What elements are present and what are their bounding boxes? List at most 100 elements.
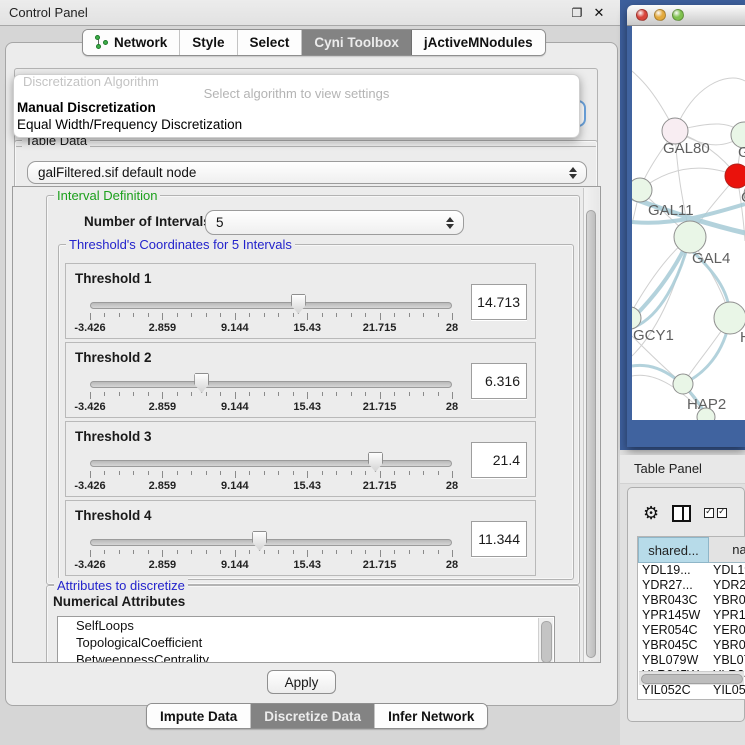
tab-select[interactable]: Select [238, 30, 303, 55]
slider-handle[interactable] [291, 294, 306, 314]
table-cell[interactable]: YBR043C [638, 593, 709, 608]
settings-scrollpane: Interval Definition Number of Intervals … [12, 186, 601, 663]
table-cell[interactable]: YPR145W [638, 608, 709, 623]
close-traffic-light[interactable] [636, 9, 648, 21]
node-label: GAL11 [648, 202, 694, 219]
table-cell[interactable]: YDL19... [709, 563, 745, 578]
table-cell[interactable]: YBR043C [709, 593, 745, 608]
algorithm-dropdown-popup: Discretization Algorithm Select algorith… [13, 74, 580, 138]
tick-label: 21.715 [363, 401, 397, 413]
table-cell[interactable]: YBL079W [709, 653, 745, 668]
tab-infer-network[interactable]: Infer Network [375, 704, 487, 728]
apply-button[interactable]: Apply [267, 670, 336, 694]
table-row[interactable]: YIL052CYIL052C [638, 683, 745, 698]
close-panel-icon[interactable]: ✕ [592, 6, 606, 20]
control-panel-tabs: Network StyleSelectCyni Toolbox jActiveMNo… [82, 29, 546, 56]
slider-handle[interactable] [252, 531, 267, 551]
control-panel: Control Panel ❐ ✕ NetworkStyleSelectCyni… [0, 0, 620, 745]
slider-track[interactable] [90, 539, 452, 546]
table-cell[interactable]: YER054C [709, 623, 745, 638]
slider-track[interactable] [90, 381, 452, 388]
threshold-slider[interactable]: -3.4262.8599.14415.4321.71528 [90, 264, 452, 340]
tab-label: jActiveMNodules [424, 35, 533, 50]
checkbox-icon[interactable] [717, 508, 727, 518]
table-cell[interactable]: YIL052C [709, 683, 745, 698]
tab-cyni-toolbox[interactable]: Cyni Toolbox [302, 30, 412, 55]
network-canvas[interactable]: GAL80GACGAL11GAL4GCY1HHAP2 [632, 26, 745, 420]
float-window-icon[interactable]: ❐ [570, 6, 584, 20]
table-row[interactable]: YDL19...YDL19... [638, 563, 745, 578]
minimize-traffic-light[interactable] [654, 9, 666, 21]
table-cell[interactable]: YBR045C [709, 638, 745, 653]
threshold-slider[interactable]: -3.4262.8599.14415.4321.71528 [90, 422, 452, 498]
threshold-value-field[interactable]: 21.4 [471, 442, 527, 478]
threshold-value-field[interactable]: 14.713 [471, 284, 527, 320]
table-cell[interactable]: YBL079W [638, 653, 709, 668]
node-table[interactable]: shared...name YDL19...YDL19...YDR27...YD… [637, 536, 745, 700]
attribute-list-item[interactable]: TopologicalCoefficient [58, 634, 554, 651]
scrollbar-thumb[interactable] [641, 674, 743, 684]
scrollbar-thumb[interactable] [586, 210, 596, 658]
menu-item-equal-width-frequency[interactable]: Equal Width/Frequency Discretization [17, 117, 242, 132]
table-row[interactable]: YPR145WYPR145W [638, 608, 745, 623]
column-header-2[interactable]: name [709, 537, 745, 563]
network-view-window: GAL80GACGAL11GAL4GCY1HHAP2 [627, 5, 745, 447]
network-node[interactable] [725, 164, 745, 188]
table-cell[interactable]: YIL052C [638, 683, 709, 698]
slider-ticks [90, 550, 452, 559]
attribute-list-item[interactable]: SelfLoops [58, 617, 554, 634]
tab-impute-data[interactable]: Impute Data [147, 704, 251, 728]
tick-label: -3.426 [74, 401, 105, 413]
number-of-intervals-combo[interactable]: 5 [205, 210, 464, 235]
split-columns-icon[interactable] [672, 505, 691, 522]
slider-handle[interactable] [194, 373, 209, 393]
table-horizontal-scrollbar[interactable] [639, 671, 744, 685]
attributes-list-scrollbar[interactable] [538, 618, 553, 663]
slider-handle[interactable] [368, 452, 383, 472]
checkbox-icon[interactable] [704, 508, 714, 518]
table-row[interactable]: YDR27...YDR27... [638, 578, 745, 593]
table-header-row: shared...name [638, 537, 745, 563]
tab-jactivemnodules[interactable]: jActiveMNodules [412, 30, 545, 55]
tick-label: 9.144 [221, 559, 249, 571]
numerical-attributes-label: Numerical Attributes [53, 594, 185, 609]
tick-label: 28 [446, 559, 458, 571]
table-cell[interactable]: YPR145W [709, 608, 745, 623]
threshold-slider[interactable]: -3.4262.8599.14415.4321.71528 [90, 501, 452, 577]
table-row[interactable]: YER054CYER054C [638, 623, 745, 638]
network-node-gal4[interactable] [674, 221, 706, 253]
table-cell[interactable]: YDL19... [638, 563, 709, 578]
network-node-hap2[interactable] [673, 374, 693, 394]
column-header-1[interactable]: shared... [638, 537, 709, 563]
settings-vertical-scrollbar[interactable] [583, 188, 599, 663]
right-region: GAL80GACGAL11GAL4GCY1HHAP2 Table Panel ⚙… [620, 0, 745, 745]
slider-track[interactable] [90, 460, 452, 467]
tick-label: 9.144 [221, 322, 249, 334]
tab-style[interactable]: Style [180, 30, 237, 55]
table-row[interactable]: YBR043CYBR043C [638, 593, 745, 608]
menu-item-manual-discretization[interactable]: Manual Discretization [17, 100, 156, 115]
tab-discretize-data[interactable]: Discretize Data [251, 704, 375, 728]
network-node-gal11[interactable] [632, 178, 652, 202]
threshold-value-field[interactable]: 6.316 [471, 363, 527, 399]
threshold-3-box: Threshold 3-3.4262.8599.14415.4321.71528… [65, 421, 536, 497]
table-row[interactable]: YBL079WYBL079W [638, 653, 745, 668]
slider-track[interactable] [90, 302, 452, 309]
network-window-titlebar[interactable] [627, 5, 745, 26]
threshold-value-field[interactable]: 11.344 [471, 521, 527, 557]
table-data-combo[interactable]: galFiltered.sif default node [27, 161, 587, 184]
slider-ticks [90, 313, 452, 322]
table-cell[interactable]: YBR045C [638, 638, 709, 653]
tick-label: 28 [446, 322, 458, 334]
attribute-list-item[interactable]: BetweennessCentrality [58, 651, 554, 663]
numerical-attributes-list[interactable]: SelfLoopsTopologicalCoefficientBetweenne… [57, 616, 555, 663]
table-cell[interactable]: YDR27... [638, 578, 709, 593]
gear-icon[interactable]: ⚙ [643, 504, 659, 522]
table-cell[interactable]: YER054C [638, 623, 709, 638]
zoom-traffic-light[interactable] [672, 9, 684, 21]
tab-label: Network [114, 35, 167, 50]
threshold-slider[interactable]: -3.4262.8599.14415.4321.71528 [90, 343, 452, 419]
tab-network[interactable]: Network [83, 30, 180, 55]
table-row[interactable]: YBR045CYBR045C [638, 638, 745, 653]
table-cell[interactable]: YDR27... [709, 578, 745, 593]
